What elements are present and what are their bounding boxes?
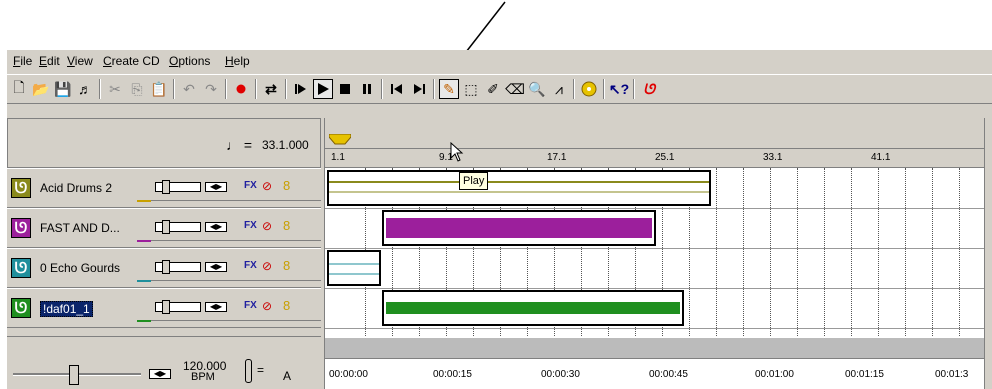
ruler-label: 33.1	[763, 152, 783, 163]
cd-icon[interactable]	[579, 79, 599, 99]
mute-icon[interactable]: ⊘	[262, 259, 272, 273]
tempo-unit: BPM	[191, 371, 215, 383]
erase-tool-icon[interactable]: ⌫	[505, 79, 525, 99]
track-row[interactable]: ᘎ 0 Echo Gourds ◀▶ FX ⊘ 8	[7, 248, 321, 288]
selection-tool-icon[interactable]: ✐	[483, 79, 503, 99]
stop-icon[interactable]	[335, 79, 355, 99]
tempo-header: ♩ = 33.1.000	[7, 118, 321, 168]
pause-icon[interactable]	[357, 79, 377, 99]
draw-tool-icon[interactable]: ✎	[439, 79, 459, 99]
fx-button[interactable]: FX	[244, 180, 257, 191]
beat-value: 33.1.000	[262, 138, 309, 152]
time-label: 00:00:00	[329, 369, 368, 380]
fx-button[interactable]: FX	[244, 300, 257, 311]
toolbar: 🗋 📂 💾 ♬ ✂ ⎘ 📋 ↶ ↷ ⇄ ✎ ⬚ ✐ ⌫ 🔍 ⩘ ↖? ᘎ	[7, 74, 992, 104]
track-name-editing[interactable]: !daf01_1	[40, 301, 93, 317]
undo-icon[interactable]: ↶	[179, 79, 199, 99]
acid-logo-icon[interactable]: ᘎ	[639, 79, 659, 99]
ruler-label: 25.1	[655, 152, 675, 163]
timeline-area[interactable]: 1.1 9.1 17.1 25.1 33.1 41.1 00:00:00 00:…	[324, 118, 985, 389]
audio-clip[interactable]	[382, 290, 684, 326]
fx-button[interactable]: FX	[244, 260, 257, 271]
mute-icon[interactable]: ⊘	[262, 179, 272, 193]
time-label: 00:01:15	[845, 369, 884, 380]
track-type-icon: ᘎ	[11, 218, 31, 238]
track-row[interactable]: ᘎ FAST AND D... ◀▶ FX ⊘ 8	[7, 208, 321, 248]
save-icon[interactable]: 💾	[53, 79, 73, 99]
audio-clip[interactable]	[327, 250, 381, 286]
solo-icon[interactable]: 8	[283, 218, 290, 233]
go-to-end-icon[interactable]	[409, 79, 429, 99]
menu-create-cd[interactable]: Create CD	[103, 54, 160, 68]
envelope-edit-icon[interactable]: ⩘	[549, 79, 569, 99]
time-label: 00:00:15	[433, 369, 472, 380]
play-icon[interactable]	[313, 79, 333, 99]
whats-this-icon[interactable]: ↖?	[609, 79, 629, 99]
paste-icon[interactable]: 📋	[149, 79, 169, 99]
track-name[interactable]: Acid Drums 2	[40, 181, 112, 195]
mouse-cursor-icon	[450, 142, 464, 162]
solo-icon[interactable]: 8	[283, 258, 290, 273]
menu-view[interactable]: View	[67, 54, 93, 68]
menu-edit[interactable]: Edit	[39, 54, 60, 68]
time-label: 00:00:30	[541, 369, 580, 380]
menu-options[interactable]: Options	[169, 54, 210, 68]
time-label: 00:01:3	[935, 369, 969, 380]
loop-icon[interactable]: ⇄	[261, 79, 281, 99]
ruler-label: 41.1	[871, 152, 891, 163]
vertical-scrollbar[interactable]	[984, 118, 992, 389]
beat-ruler[interactable]: 1.1 9.1 17.1 25.1 33.1 41.1	[325, 118, 985, 168]
master-transport: ◀▶ 120.000 BPM = A	[7, 336, 321, 389]
key-value[interactable]: A	[283, 369, 291, 383]
beat-marker-icon: ♩ =	[226, 137, 253, 153]
mute-icon[interactable]: ⊘	[262, 219, 272, 233]
track-row[interactable]: ᘎ Acid Drums 2 ◀▶ FX ⊘ 8	[7, 168, 321, 208]
redo-icon[interactable]: ↷	[201, 79, 221, 99]
zoom-tool-icon[interactable]: 🔍	[527, 79, 547, 99]
open-icon[interactable]: 📂	[31, 79, 51, 99]
menu-help[interactable]: Help	[225, 54, 250, 68]
track-name[interactable]: 0 Echo Gourds	[40, 261, 120, 275]
mute-icon[interactable]: ⊘	[262, 299, 272, 313]
audio-clip[interactable]	[327, 170, 711, 206]
pan-control[interactable]: ◀▶	[205, 302, 227, 312]
menu-bar: File Edit View Create CD Options Help	[7, 50, 992, 72]
menu-file[interactable]: File	[13, 54, 32, 68]
volume-slider[interactable]	[155, 180, 201, 194]
track-type-icon: ᘎ	[11, 178, 31, 198]
master-volume-thumb[interactable]	[69, 365, 79, 385]
volume-slider[interactable]	[155, 220, 201, 234]
pan-control[interactable]: ◀▶	[205, 222, 227, 232]
track-name[interactable]: FAST AND D...	[40, 221, 120, 235]
pan-control[interactable]: ◀▶	[205, 182, 227, 192]
new-icon[interactable]: 🗋	[9, 79, 29, 99]
solo-icon[interactable]: 8	[283, 298, 290, 313]
cut-icon[interactable]: ✂	[105, 79, 125, 99]
copy-icon[interactable]: ⎘	[127, 79, 147, 99]
envelope-tool-icon[interactable]: ⬚	[461, 79, 481, 99]
time-ruler[interactable]: 00:00:00 00:00:15 00:00:30 00:00:45 00:0…	[325, 358, 985, 389]
acid-window: File Edit View Create CD Options Help 🗋 …	[7, 50, 992, 389]
tempo-slider[interactable]	[245, 359, 252, 383]
audio-clip[interactable]	[382, 210, 656, 246]
go-to-start-icon[interactable]	[387, 79, 407, 99]
track-row[interactable]: ᘎ !daf01_1 ◀▶ FX ⊘ 8	[7, 288, 321, 328]
record-icon[interactable]	[231, 79, 251, 99]
fx-button[interactable]: FX	[244, 220, 257, 231]
time-label: 00:01:00	[755, 369, 794, 380]
track-type-icon: ᘎ	[11, 298, 31, 318]
pan-control[interactable]: ◀▶	[205, 262, 227, 272]
volume-slider[interactable]	[155, 300, 201, 314]
render-icon[interactable]: ♬	[75, 79, 95, 99]
track-type-icon: ᘎ	[11, 258, 31, 278]
master-pan-control[interactable]: ◀▶	[149, 369, 171, 379]
play-tooltip: Play	[459, 172, 489, 190]
volume-slider[interactable]	[155, 260, 201, 274]
ruler-label: 17.1	[547, 152, 567, 163]
solo-icon[interactable]: 8	[283, 178, 290, 193]
ruler-label: 1.1	[331, 152, 345, 163]
play-from-start-icon[interactable]	[291, 79, 311, 99]
time-label: 00:00:45	[649, 369, 688, 380]
loop-region-marker[interactable]	[329, 134, 351, 146]
